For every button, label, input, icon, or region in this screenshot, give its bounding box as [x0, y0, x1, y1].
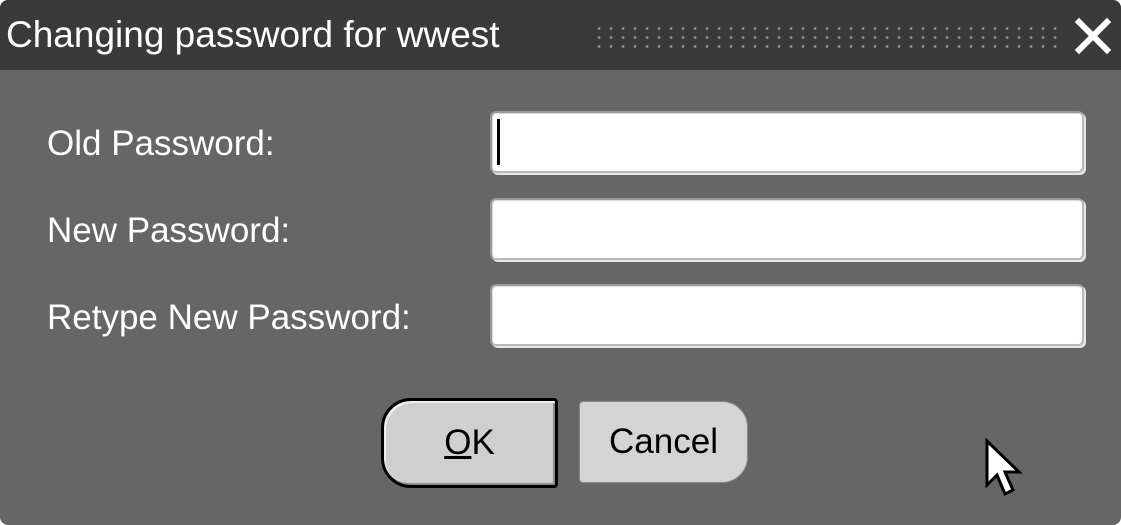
mouse-cursor-icon — [984, 438, 1024, 498]
close-icon — [1071, 14, 1115, 58]
old-password-field[interactable] — [490, 111, 1084, 173]
dialog-titlebar[interactable]: Changing password for wwest — [0, 0, 1121, 70]
ok-label-rest: K — [471, 423, 495, 462]
text-caret — [497, 119, 500, 165]
old-password-label: Old Password: — [47, 124, 275, 163]
dialog-title: Changing password for wwest — [6, 14, 500, 55]
cancel-button[interactable]: Cancel — [579, 401, 748, 483]
titlebar-drag-grip[interactable] — [593, 24, 1061, 51]
new-password-label: New Password: — [47, 211, 291, 250]
retype-password-label: Retype New Password: — [47, 298, 411, 337]
ok-button[interactable]: OK — [381, 398, 558, 488]
change-password-dialog: Changing password for wwest Old Password… — [0, 0, 1121, 525]
close-button[interactable] — [1071, 14, 1115, 58]
ok-mnemonic: O — [444, 423, 472, 462]
new-password-field[interactable] — [490, 198, 1084, 260]
cancel-label: Cancel — [609, 422, 718, 461]
retype-password-field[interactable] — [490, 284, 1084, 346]
